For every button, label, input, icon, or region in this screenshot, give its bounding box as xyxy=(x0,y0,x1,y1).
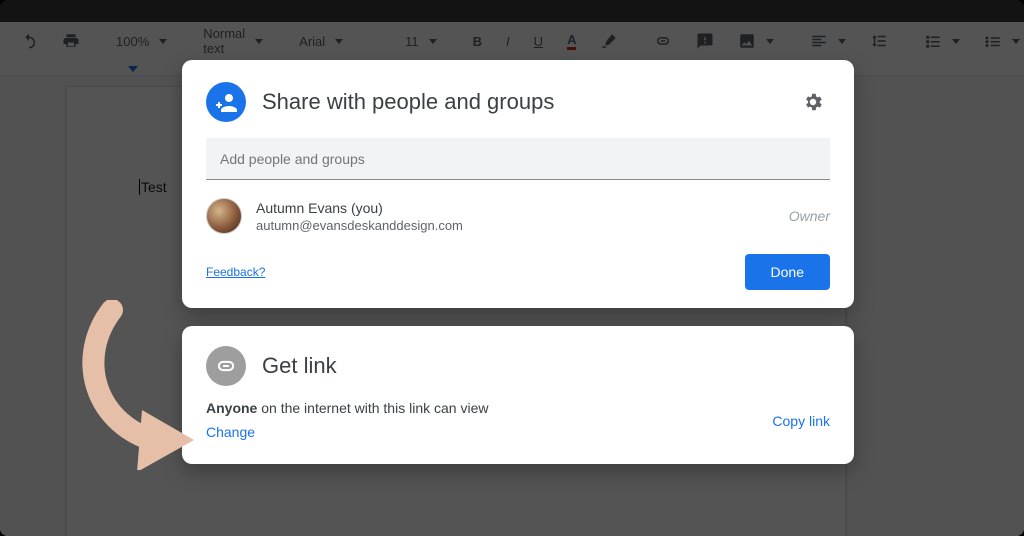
share-dialog: Share with people and groups Autumn Evan… xyxy=(182,60,854,308)
person-row: Autumn Evans (you) autumn@evansdeskandde… xyxy=(206,198,830,234)
share-title: Share with people and groups xyxy=(262,89,554,115)
person-info: Autumn Evans (you) autumn@evansdeskandde… xyxy=(256,200,463,233)
done-button[interactable]: Done xyxy=(745,254,830,290)
link-desc-rest: on the internet with this link can view xyxy=(257,400,488,416)
app-stage: 100% Normal text Arial 11 B I U A Test xyxy=(0,0,1024,536)
share-settings-button[interactable] xyxy=(796,85,830,119)
link-description: Anyone on the internet with this link ca… xyxy=(206,400,488,442)
person-role: Owner xyxy=(789,208,830,224)
getlink-header: Get link xyxy=(206,346,830,386)
link-desc-bold: Anyone xyxy=(206,400,257,416)
link-circle-icon xyxy=(206,346,246,386)
getlink-title: Get link xyxy=(262,353,337,379)
person-name: Autumn Evans (you) xyxy=(256,200,463,216)
add-people-input[interactable] xyxy=(206,138,830,180)
share-header: Share with people and groups xyxy=(206,82,830,122)
person-email: autumn@evansdeskanddesign.com xyxy=(256,218,463,233)
share-icon xyxy=(206,82,246,122)
get-link-dialog: Get link Anyone on the internet with thi… xyxy=(182,326,854,464)
share-footer: Feedback? Done xyxy=(206,254,830,290)
feedback-link[interactable]: Feedback? xyxy=(206,265,265,279)
copy-link-button[interactable]: Copy link xyxy=(772,413,830,429)
change-link[interactable]: Change xyxy=(206,424,255,440)
gear-icon xyxy=(802,91,824,113)
avatar xyxy=(206,198,242,234)
